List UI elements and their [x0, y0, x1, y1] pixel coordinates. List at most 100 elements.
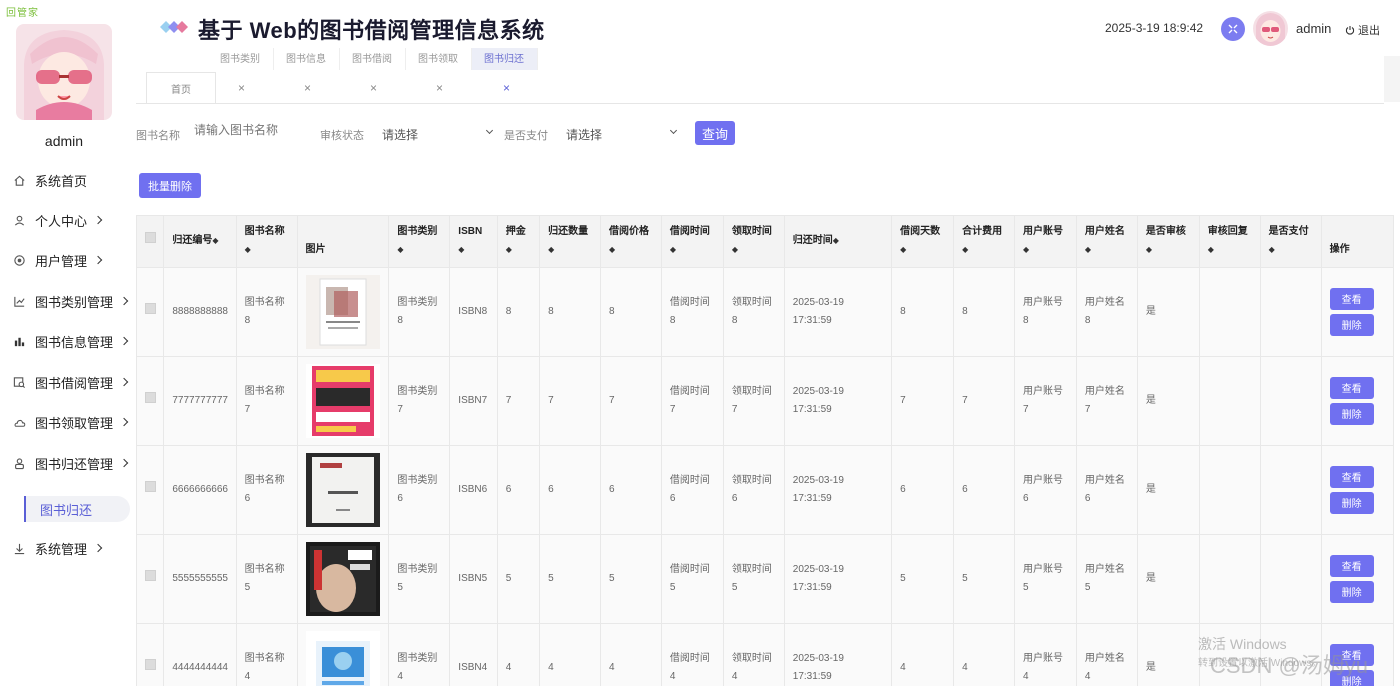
col-header-review-reply[interactable]: 审核回复 ◆ — [1199, 216, 1261, 268]
tab-close-icon[interactable]: × — [436, 81, 443, 95]
sidebar-subitem-book-return[interactable]: 图书归还 — [24, 496, 130, 522]
delete-button[interactable]: 删除 — [1329, 580, 1374, 603]
tabs-scroll-button[interactable] — [1384, 56, 1400, 102]
col-header-borrow-price[interactable]: 借阅价格 ◆ — [600, 216, 662, 268]
sidebar-item-system[interactable]: 系统管理 — [0, 534, 136, 562]
query-button[interactable]: 查询 — [695, 121, 735, 145]
select-all-checkbox[interactable] — [137, 216, 165, 268]
sort-icon[interactable]: ◆ — [833, 236, 839, 245]
tab-home[interactable]: 首页 — [146, 72, 216, 104]
sort-icon[interactable]: ◆ — [1208, 245, 1214, 254]
col-header-isbn[interactable]: ISBN ◆ — [449, 216, 498, 268]
tab-close-icon[interactable]: × — [238, 81, 245, 95]
view-button[interactable]: 查看 — [1329, 287, 1374, 310]
view-button[interactable]: 查看 — [1329, 376, 1374, 399]
delete-button[interactable]: 删除 — [1329, 313, 1374, 336]
row-checkbox-cell[interactable] — [137, 534, 165, 624]
sidebar-item-book-info[interactable]: 图书信息管理 — [0, 327, 136, 355]
header-avatar[interactable] — [1253, 11, 1288, 46]
sort-icon[interactable]: ◆ — [1085, 245, 1091, 254]
table-row[interactable]: 7777777777 图书名称7 图书类别7 ISBN7 7 7 7 借阅时间7… — [137, 356, 1394, 446]
sort-icon[interactable]: ◆ — [397, 245, 403, 254]
col-header-total-cost[interactable]: 合计费用 ◆ — [953, 216, 1015, 268]
cell-username: 用户姓名5 — [1076, 534, 1138, 624]
sort-icon[interactable]: ◆ — [1023, 245, 1029, 254]
row-checkbox-cell[interactable] — [137, 445, 165, 535]
sort-icon[interactable]: ◆ — [1269, 245, 1275, 254]
col-header-return-time[interactable]: 归还时间◆ — [784, 216, 893, 268]
sidebar-item-users[interactable]: 用户管理 — [0, 246, 136, 274]
checkbox[interactable] — [144, 658, 156, 670]
tab-title-book-info[interactable]: 图书信息 — [274, 48, 340, 70]
sort-icon[interactable]: ◆ — [212, 236, 218, 245]
row-checkbox-cell[interactable] — [137, 623, 165, 686]
sidebar-item-pickup[interactable]: 图书领取管理 — [0, 408, 136, 436]
sort-icon[interactable]: ◆ — [506, 245, 512, 254]
book-cover-image[interactable] — [305, 452, 380, 527]
header-username[interactable]: admin — [1296, 21, 1331, 36]
tab-title-borrow[interactable]: 图书借阅 — [340, 48, 406, 70]
col-header-reviewed[interactable]: 是否审核 ◆ — [1137, 216, 1200, 268]
table-row[interactable]: 6666666666 图书名称6 图书类别6 ISBN6 6 6 6 借阅时间6… — [137, 445, 1394, 535]
cell-username: 用户姓名8 — [1076, 267, 1138, 357]
sort-icon[interactable]: ◆ — [900, 245, 906, 254]
delete-button[interactable]: 删除 — [1329, 491, 1374, 514]
row-checkbox-cell[interactable] — [137, 356, 165, 446]
sort-icon[interactable]: ◆ — [609, 245, 615, 254]
tab-close-icon[interactable]: × — [370, 81, 377, 95]
sidebar-item-home[interactable]: 系统首页 — [0, 166, 136, 194]
view-button[interactable]: 查看 — [1329, 554, 1374, 577]
checkbox[interactable] — [144, 569, 156, 581]
col-header-account[interactable]: 用户账号 ◆ — [1014, 216, 1077, 268]
sidebar-item-return[interactable]: 图书归还管理 — [0, 449, 136, 477]
table-row[interactable]: 8888888888 图书名称8 图书类别8 ISBN8 8 8 8 借阅时间8… — [137, 267, 1394, 357]
cell-isbn: ISBN4 — [449, 623, 498, 686]
batch-delete-button[interactable]: 批量删除 — [139, 173, 201, 198]
line-chart-icon — [12, 294, 26, 308]
col-header-book-name[interactable]: 图书名称 ◆ — [236, 216, 298, 268]
table-row[interactable]: 5555555555 图书名称5 图书类别5 ISBN5 5 5 5 借阅时间5… — [137, 534, 1394, 624]
checkbox[interactable] — [144, 480, 156, 492]
fullscreen-button[interactable] — [1221, 17, 1245, 41]
sidebar-item-book-category[interactable]: 图书类别管理 — [0, 287, 136, 315]
sort-icon[interactable]: ◆ — [1146, 245, 1152, 254]
col-header-pickup-time[interactable]: 领取时间 ◆ — [723, 216, 785, 268]
book-cover-image[interactable] — [305, 541, 380, 616]
book-cover-image[interactable] — [305, 630, 380, 686]
col-header-borrow-days[interactable]: 借阅天数 ◆ — [891, 216, 955, 268]
tab-title-book-category[interactable]: 图书类别 — [208, 48, 274, 70]
sort-icon[interactable]: ◆ — [732, 245, 738, 254]
col-header-borrow-time[interactable]: 借阅时间 ◆ — [661, 216, 724, 268]
checkbox[interactable] — [144, 302, 156, 314]
sort-icon[interactable]: ◆ — [962, 245, 968, 254]
sort-icon[interactable]: ◆ — [548, 245, 554, 254]
tab-title-pickup[interactable]: 图书领取 — [406, 48, 472, 70]
sort-icon[interactable]: ◆ — [670, 245, 676, 254]
col-header-category[interactable]: 图书类别 ◆ — [388, 216, 451, 268]
cell-image — [297, 623, 390, 686]
checkbox[interactable] — [144, 232, 156, 244]
col-header-paid[interactable]: 是否支付 ◆ — [1260, 216, 1322, 268]
review-status-select[interactable]: 请选择 — [382, 126, 418, 143]
tab-title-return[interactable]: 图书归还 — [472, 48, 538, 70]
sort-icon[interactable]: ◆ — [458, 245, 464, 254]
sidebar-item-profile[interactable]: 个人中心 — [0, 206, 136, 234]
book-cover-image[interactable] — [305, 274, 380, 349]
book-cover-image[interactable] — [305, 363, 380, 438]
tab-close-icon[interactable]: × — [304, 81, 311, 95]
checkbox[interactable] — [144, 391, 156, 403]
row-checkbox-cell[interactable] — [137, 267, 165, 357]
logout-button[interactable]: 退出 — [1345, 22, 1380, 38]
col-header-return-qty[interactable]: 归还数量 ◆ — [539, 216, 602, 268]
col-header-username[interactable]: 用户姓名 ◆ — [1076, 216, 1138, 268]
col-header-return-id[interactable]: 归还编号◆ — [163, 216, 237, 268]
sidebar-item-borrow[interactable]: 图书借阅管理 — [0, 368, 136, 396]
sort-icon[interactable]: ◆ — [245, 245, 251, 254]
col-header-label: 操作 — [1329, 244, 1350, 256]
book-name-input[interactable] — [194, 123, 304, 137]
tab-close-icon[interactable]: × — [503, 81, 510, 95]
payment-status-select[interactable]: 请选择 — [566, 126, 602, 143]
delete-button[interactable]: 删除 — [1329, 402, 1374, 425]
col-header-deposit[interactable]: 押金 ◆ — [497, 216, 541, 268]
view-button[interactable]: 查看 — [1329, 465, 1374, 488]
